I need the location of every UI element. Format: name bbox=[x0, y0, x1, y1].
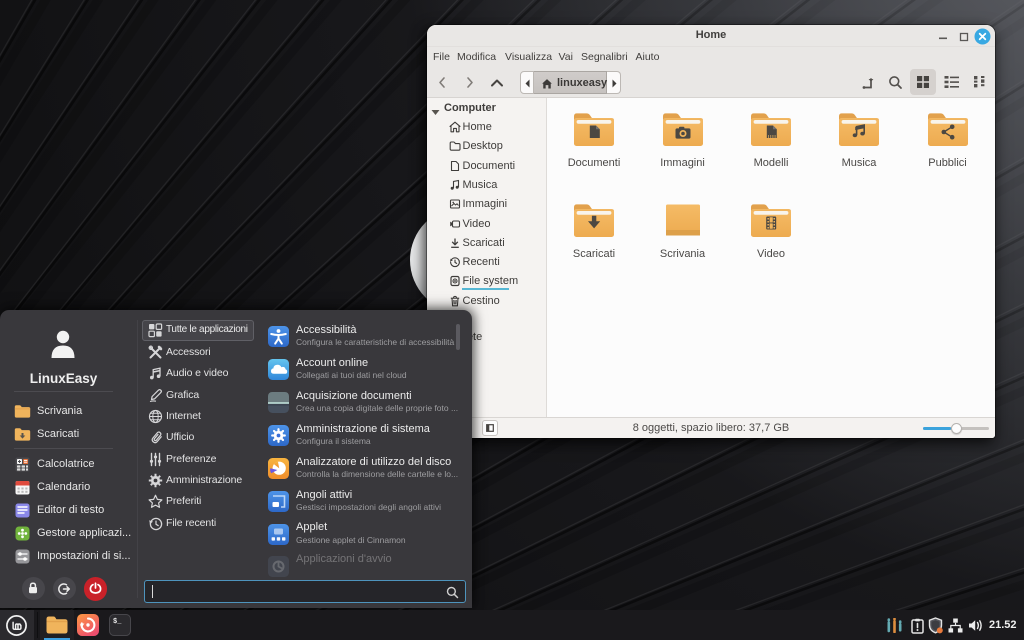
svg-text:$_: $_ bbox=[113, 618, 122, 626]
